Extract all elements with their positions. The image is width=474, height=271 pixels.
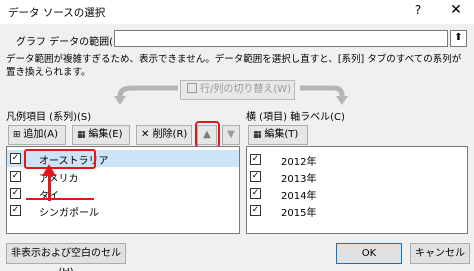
range-note: データ範囲が複雑すぎるため、表示できません。データ範囲を選択し直すと、[系列] …: [6, 54, 462, 78]
axis-label: 2013年: [281, 174, 317, 185]
series-label: シンガポール: [39, 208, 99, 219]
edit-series-button[interactable]: ▦ 編集(E): [72, 125, 130, 145]
edit-axis-label: 編集(T): [264, 129, 299, 140]
axis-row[interactable]: ✓ 2014年: [247, 185, 467, 202]
help-button[interactable]: ?: [411, 3, 425, 19]
axis-checkbox[interactable]: ✓: [250, 154, 261, 165]
series-row[interactable]: ✓ シンガポール: [7, 202, 239, 219]
axis-checkbox[interactable]: ✓: [250, 205, 261, 216]
delete-label: 削除(R): [152, 129, 188, 140]
axis-label: 2014年: [281, 191, 317, 202]
axis-section-label: 横 (項目) 軸ラベル(C): [246, 112, 345, 123]
axis-row[interactable]: ✓ 2015年: [247, 202, 467, 219]
series-highlight-box: [24, 149, 96, 169]
edit-axis-button[interactable]: ▦ 編集(T): [248, 125, 308, 145]
axis-row[interactable]: ✓ 2013年: [247, 168, 467, 185]
curved-arrow-left-icon: [114, 85, 178, 105]
add-series-button[interactable]: ⊞ 追加(A): [8, 125, 66, 145]
switch-label: 行/列の切り替え(W): [200, 84, 292, 95]
curved-arrow-right-icon: [300, 85, 348, 105]
dialog-title: データ ソースの選択: [8, 7, 106, 19]
add-icon: ⊞: [13, 130, 24, 140]
series-checkbox[interactable]: ✓: [10, 171, 21, 182]
range-label: グラフ データの範囲(D):: [16, 37, 129, 48]
delete-series-button[interactable]: ✕ 削除(R): [136, 125, 192, 145]
series-checkbox[interactable]: ✓: [10, 188, 21, 199]
red-arrow-head-icon: [42, 164, 56, 176]
red-underline: [26, 198, 94, 200]
hidden-empty-cells-button[interactable]: 非表示および空白のセル(H): [6, 243, 126, 271]
edit-label: 編集(E): [88, 129, 123, 140]
edit-axis-icon: ▦: [253, 130, 265, 140]
move-down-button[interactable]: ▼: [222, 125, 240, 145]
legend-section-label: 凡例項目 (系列)(S): [6, 112, 92, 123]
axis-checkbox[interactable]: ✓: [250, 171, 261, 182]
axis-row[interactable]: ✓ 2012年: [247, 151, 467, 168]
series-checkbox[interactable]: ✓: [10, 153, 21, 164]
axis-checkbox[interactable]: ✓: [250, 188, 261, 199]
cancel-button[interactable]: キャンセル: [410, 243, 470, 264]
switch-icon: [187, 83, 197, 93]
axis-label: 2012年: [281, 157, 317, 168]
switch-row-column-button[interactable]: 行/列の切り替え(W): [180, 80, 295, 100]
close-button[interactable]: ✕: [448, 2, 464, 20]
series-checkbox[interactable]: ✓: [10, 205, 21, 216]
axis-label: 2015年: [281, 208, 317, 219]
ok-button[interactable]: OK: [336, 243, 402, 264]
delete-icon: ✕: [141, 129, 153, 140]
range-input[interactable]: [114, 30, 448, 47]
axis-label-list[interactable]: ✓ 2012年 ✓ 2013年 ✓ 2014年 ✓ 2015年: [246, 146, 468, 234]
move-up-highlight: [195, 121, 220, 148]
add-label: 追加(A): [23, 129, 59, 140]
range-collapse-icon[interactable]: ⬆: [450, 30, 467, 47]
edit-icon: ▦: [77, 130, 89, 140]
